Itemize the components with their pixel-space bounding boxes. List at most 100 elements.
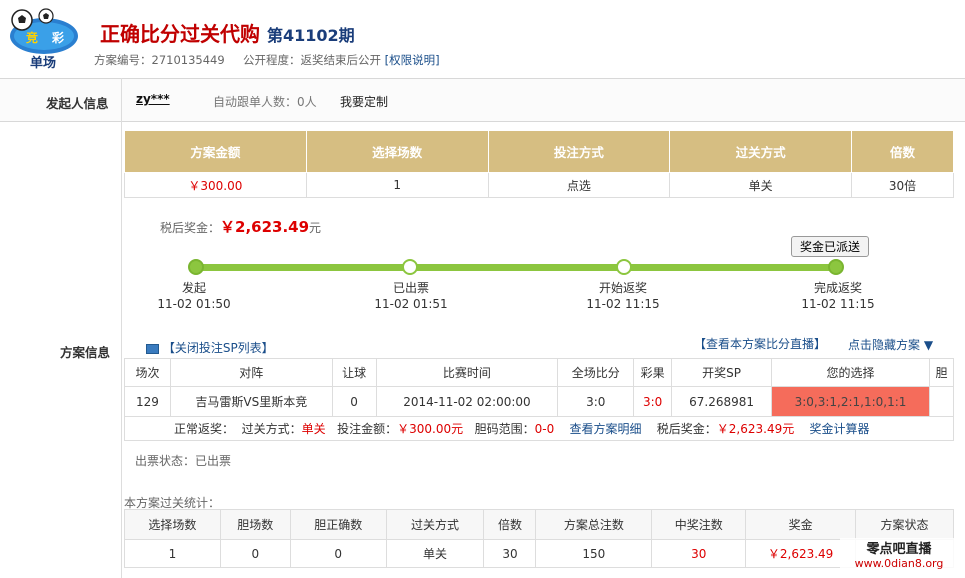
live-score-link[interactable]: 【查看本方案比分直播】: [694, 335, 826, 352]
match-footer-content: 正常返奖： 过关方式：单关 投注金额：￥300.00元 胆码范围：0-0 查看方…: [174, 420, 870, 437]
match-header: 对阵: [169, 358, 333, 387]
match-header: 胆: [928, 358, 955, 387]
label-column-divider: [121, 78, 122, 578]
match-table: 场次 对阵 让球 比赛时间 全场比分 彩果 开奖SP 您的选择 胆 129 吉马…: [124, 358, 955, 417]
custom-follow-link[interactable]: 我要定制: [340, 93, 388, 110]
summary-header: 倍数: [851, 130, 954, 173]
close-sp-link[interactable]: 【关闭投注SP列表】: [163, 341, 274, 355]
pass-label: 过关方式：: [241, 422, 302, 436]
stage-label: 开始返奖: [598, 281, 647, 295]
stage-label: 完成返奖: [813, 281, 862, 295]
summary-amount: ￥300.00: [124, 172, 307, 198]
match-cell: 2014-11-02 02:00:00: [375, 386, 559, 417]
scheme-no-label: 方案编号：: [94, 53, 152, 67]
match-cell: [928, 386, 955, 417]
summary-header: 方案金额: [124, 130, 307, 173]
footer-after-tax-value: ￥2,623.49元: [716, 422, 795, 436]
stage-time: 11-02 11:15: [801, 297, 875, 311]
summary-value: 30倍: [851, 172, 954, 198]
title-text: 正确比分过关代购: [100, 22, 260, 46]
range-value: 0-0: [534, 422, 555, 436]
hide-scheme-link[interactable]: 点击隐藏方案 ▼: [848, 336, 933, 353]
bet-value: ￥300.00元: [397, 422, 464, 436]
stats-header: 中奖注数: [651, 509, 747, 540]
stats-winning-bets: 30: [651, 539, 747, 568]
stats-cell: 0: [289, 539, 387, 568]
footer-after-tax-label: 税后奖金：: [656, 422, 717, 436]
stage-time: 11-02 01:51: [374, 297, 448, 311]
watermark-title: 零点吧直播: [866, 542, 932, 557]
stats-header: 过关方式: [385, 509, 485, 540]
scheme-detail-link[interactable]: 查看方案明细: [570, 422, 642, 436]
match-cell: 129: [124, 386, 171, 417]
match-header: 场次: [124, 358, 171, 387]
scheme-meta: 方案编号：2710135449 公开程度：返奖结束后公开 [权限说明]: [94, 52, 440, 68]
stage-node-icon: [828, 259, 844, 275]
stats-header: 方案状态: [855, 509, 954, 540]
stage-node-icon: [616, 259, 632, 275]
stage-payout-start: 开始返奖 11-02 11:15: [578, 280, 668, 312]
ticket-status: 出票状态：已出票: [135, 452, 231, 469]
stats-cell: 30: [483, 539, 537, 568]
stats-cell: 150: [535, 539, 653, 568]
stats-cell: 单关: [385, 539, 485, 568]
stage-node-icon: [402, 259, 418, 275]
ticket-status-label: 出票状态：: [135, 454, 196, 468]
pass-value: 单关: [301, 422, 326, 436]
match-header: 比赛时间: [375, 358, 559, 387]
after-tax-unit: 元: [309, 221, 322, 235]
match-cell: 67.268981: [671, 386, 773, 417]
logo-badge: 单场: [30, 56, 57, 71]
prize-sent-button[interactable]: 奖金已派送: [791, 236, 870, 257]
permission-link[interactable]: [权限说明]: [385, 53, 440, 67]
summary-header: 投注方式: [487, 130, 671, 173]
ticket-status-value: 已出票: [195, 454, 232, 468]
match-header: 开奖SP: [671, 358, 773, 387]
visibility-label: 公开程度：: [242, 53, 301, 67]
stats-cell: 1: [124, 539, 221, 568]
stats-header: 倍数: [483, 509, 537, 540]
normal-payout-label: 正常返奖：: [174, 422, 235, 436]
match-header-row: 场次 对阵 让球 比赛时间 全场比分 彩果 开奖SP 您的选择 胆: [124, 358, 955, 387]
summary-value: 点选: [487, 172, 671, 198]
after-tax-amount: ￥2,623.49: [220, 218, 310, 236]
match-header: 让球: [331, 358, 377, 387]
scheme-no: 2710135449: [151, 53, 225, 67]
prize-calculator-link[interactable]: 奖金计算器: [810, 422, 870, 436]
summary-value: 单关: [669, 172, 853, 198]
stage-time: 11-02 01:50: [157, 297, 231, 311]
divider: [0, 121, 965, 122]
initiator-section-label: 发起人信息: [46, 96, 109, 111]
summary-value: 1: [305, 172, 489, 198]
page-title: 正确比分过关代购 第41102期: [100, 18, 355, 47]
scheme-section-label: 方案信息: [60, 345, 111, 360]
progress-track: [196, 264, 836, 271]
initiator-user-link[interactable]: zy***: [136, 92, 170, 106]
issue-number: 第41102期: [266, 26, 355, 45]
watermark-url: www.0dian8.org: [854, 557, 944, 570]
stats-row: 1 0 0 单关 30 150 30 ￥2,623.49: [124, 539, 954, 568]
stats-header-row: 选择场数 胆场数 胆正确数 过关方式 倍数 方案总注数 中奖注数 奖金 方案状态: [124, 509, 954, 540]
stats-header: 胆正确数: [289, 509, 387, 540]
stage-payout-done: 完成返奖 11-02 11:15: [793, 280, 883, 312]
match-row: 129 吉马雷斯VS里斯本竞 0 2014-11-02 02:00:00 3:0…: [124, 386, 955, 417]
match-teams: 吉马雷斯VS里斯本竞: [169, 386, 333, 417]
logo: 竞 彩 单场: [6, 6, 82, 72]
summary-header: 选择场数: [305, 130, 489, 173]
stats-header: 胆场数: [219, 509, 291, 540]
after-tax-label: 税后奖金：: [160, 221, 221, 235]
match-cell: 0: [331, 386, 377, 417]
after-tax-prize: 税后奖金：￥2,623.49元: [160, 216, 321, 237]
close-sp-toggle[interactable]: 【关闭投注SP列表】: [146, 339, 274, 356]
auto-follow-count: 0人: [297, 95, 317, 109]
stats-header: 奖金: [745, 509, 857, 540]
list-icon: [146, 343, 159, 354]
stage-label: 发起: [181, 281, 206, 295]
auto-follow-label: 自动跟单人数：: [213, 95, 298, 109]
watermark: 零点吧直播 www.0dian8.org: [840, 538, 958, 576]
stage-time: 11-02 11:15: [586, 297, 660, 311]
stats-header: 方案总注数: [535, 509, 653, 540]
stats-cell: 0: [219, 539, 291, 568]
match-selection: 3:0,3:1,2:1,1:0,1:1: [771, 386, 930, 417]
range-label: 胆码范围：: [474, 422, 535, 436]
